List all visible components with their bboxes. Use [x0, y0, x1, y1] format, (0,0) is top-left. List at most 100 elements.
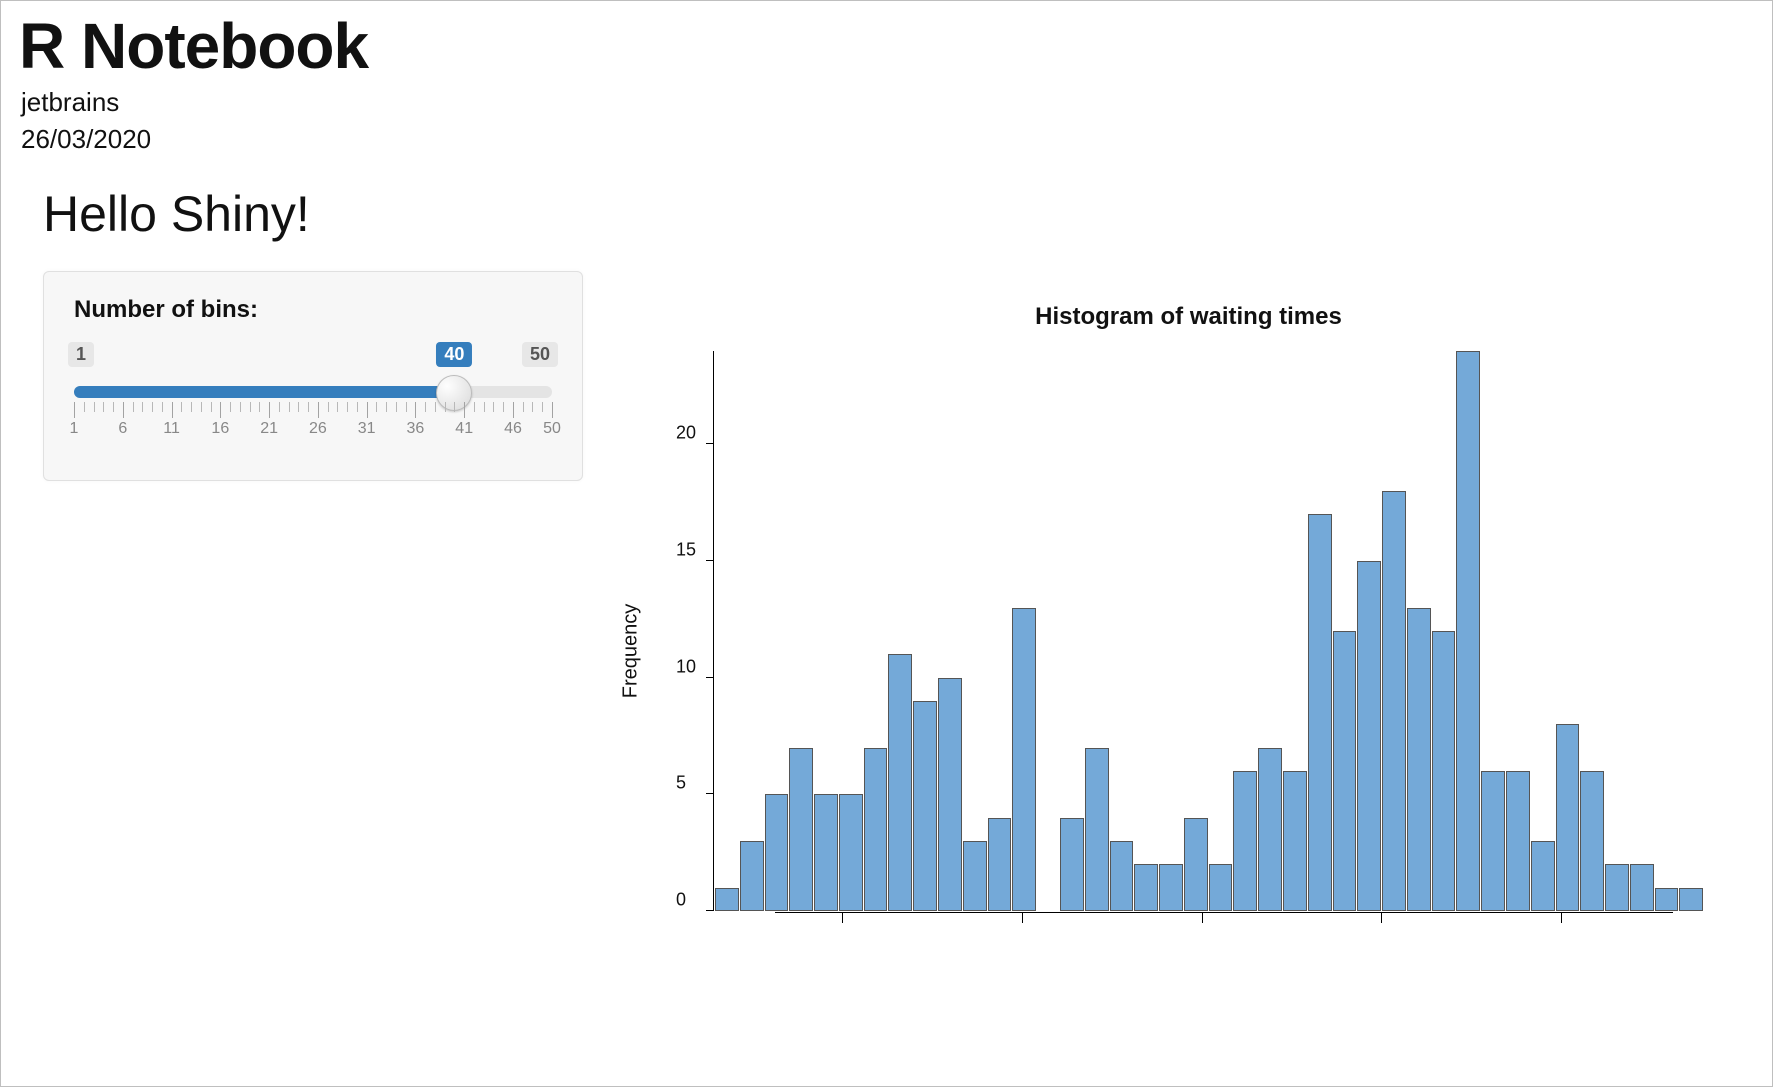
- histogram-bar: [1258, 748, 1282, 911]
- slider-tick: [181, 402, 182, 412]
- slider-tick: [474, 402, 475, 412]
- doc-title: R Notebook: [19, 9, 1754, 83]
- slider-tick: [347, 402, 348, 412]
- x-tick: [1561, 913, 1562, 923]
- slider-tick-label: 1: [70, 420, 79, 438]
- doc-author: jetbrains: [21, 87, 1754, 118]
- histogram-bar: [1134, 864, 1158, 911]
- histogram-bar: [1556, 724, 1580, 911]
- histogram-bar: [1655, 888, 1679, 911]
- slider-tick: [172, 402, 173, 418]
- slider-tick: [259, 402, 260, 412]
- slider-tick: [445, 402, 446, 412]
- slider-tick: [396, 402, 397, 412]
- histogram-bar: [789, 748, 813, 911]
- app-title: Hello Shiny!: [43, 185, 1754, 243]
- slider-tick: [415, 402, 416, 418]
- slider-tick: [406, 402, 407, 412]
- histogram-bar: [963, 841, 987, 911]
- histogram-bar: [1432, 631, 1456, 911]
- histogram-bar: [1605, 864, 1629, 911]
- slider-tick: [493, 402, 494, 412]
- doc-date: 26/03/2020: [21, 124, 1754, 155]
- slider-tick: [376, 402, 377, 412]
- histogram-bar: [1060, 818, 1084, 911]
- slider-tick: [123, 402, 124, 418]
- histogram-bar: [1159, 864, 1183, 911]
- slider-tick: [337, 402, 338, 412]
- slider-track[interactable]: [74, 386, 552, 398]
- histogram-bar: [864, 748, 888, 911]
- slider-tick-label: 21: [260, 420, 278, 438]
- slider-max-pill: 50: [522, 342, 558, 367]
- slider-tick: [328, 402, 329, 412]
- histogram-bar: [765, 794, 789, 911]
- slider-tick: [74, 402, 75, 418]
- y-tick: [706, 560, 714, 561]
- slider-panel: Number of bins: 1 50 40 1611162126313641…: [43, 271, 583, 481]
- y-tick-label: 5: [676, 773, 686, 794]
- y-tick: [706, 677, 714, 678]
- slider-tick: [318, 402, 319, 418]
- x-tick: [1202, 913, 1203, 923]
- slider-tick: [425, 402, 426, 412]
- histogram-bar: [839, 794, 863, 911]
- notebook-page: R Notebook jetbrains 26/03/2020 Hello Sh…: [0, 0, 1773, 1087]
- slider-tick-label: 46: [504, 420, 522, 438]
- histogram-bar: [1184, 818, 1208, 911]
- histogram-bar: [1407, 608, 1431, 911]
- slider-tick: [532, 402, 533, 412]
- slider-tick: [103, 402, 104, 412]
- x-tick: [1022, 913, 1023, 923]
- slider-tick: [464, 402, 465, 418]
- histogram-bar: [888, 654, 912, 911]
- y-axis-label: Frequency: [620, 604, 643, 699]
- chart-title: Histogram of waiting times: [623, 303, 1754, 331]
- bins-slider[interactable]: 1 50 40 16111621263136414650: [74, 342, 552, 452]
- slider-tick: [513, 402, 514, 418]
- slider-tick: [152, 402, 153, 412]
- slider-tick: [269, 402, 270, 418]
- slider-tick: [191, 402, 192, 412]
- histogram-bar: [740, 841, 764, 911]
- histogram-bar: [1456, 351, 1480, 911]
- histogram-bar: [1506, 771, 1530, 911]
- histogram-bar: [938, 678, 962, 911]
- histogram-bar: [913, 701, 937, 911]
- slider-tick: [357, 402, 358, 412]
- histogram-bar: [715, 888, 739, 911]
- histogram-bar: [814, 794, 838, 911]
- y-tick-label: 0: [676, 890, 686, 911]
- histogram-bar: [988, 818, 1012, 911]
- slider-tick: [279, 402, 280, 412]
- slider-tick: [240, 402, 241, 412]
- histogram-bar: [1085, 748, 1109, 911]
- histogram-bar: [1382, 491, 1406, 911]
- y-tick: [706, 443, 714, 444]
- slider-tick: [250, 402, 251, 412]
- chart-column: Histogram of waiting times Frequency 0 5 1…: [623, 271, 1754, 951]
- y-tick-label: 15: [676, 540, 696, 561]
- slider-tick: [230, 402, 231, 412]
- slider-tick: [435, 402, 436, 412]
- slider-tick-label: 11: [163, 420, 180, 438]
- app-row: Number of bins: 1 50 40 1611162126313641…: [19, 271, 1754, 951]
- slider-tick: [142, 402, 143, 412]
- slider-tick-label: 31: [358, 420, 376, 438]
- slider-tick: [289, 402, 290, 412]
- slider-value-pill: 40: [436, 342, 472, 367]
- slider-tick: [503, 402, 504, 412]
- slider-tick: [220, 402, 221, 418]
- slider-label: Number of bins:: [74, 296, 552, 324]
- slider-tick: [84, 402, 85, 412]
- histogram-bar: [1012, 608, 1036, 911]
- histogram-bar: [1283, 771, 1307, 911]
- x-axis: [775, 912, 1673, 913]
- y-tick-label: 10: [676, 656, 696, 677]
- histogram-bar: [1679, 888, 1703, 911]
- slider-tick: [552, 402, 553, 418]
- x-tick: [1381, 913, 1382, 923]
- histogram-bars: [715, 351, 1703, 911]
- slider-tick: [484, 402, 485, 412]
- slider-tick: [523, 402, 524, 412]
